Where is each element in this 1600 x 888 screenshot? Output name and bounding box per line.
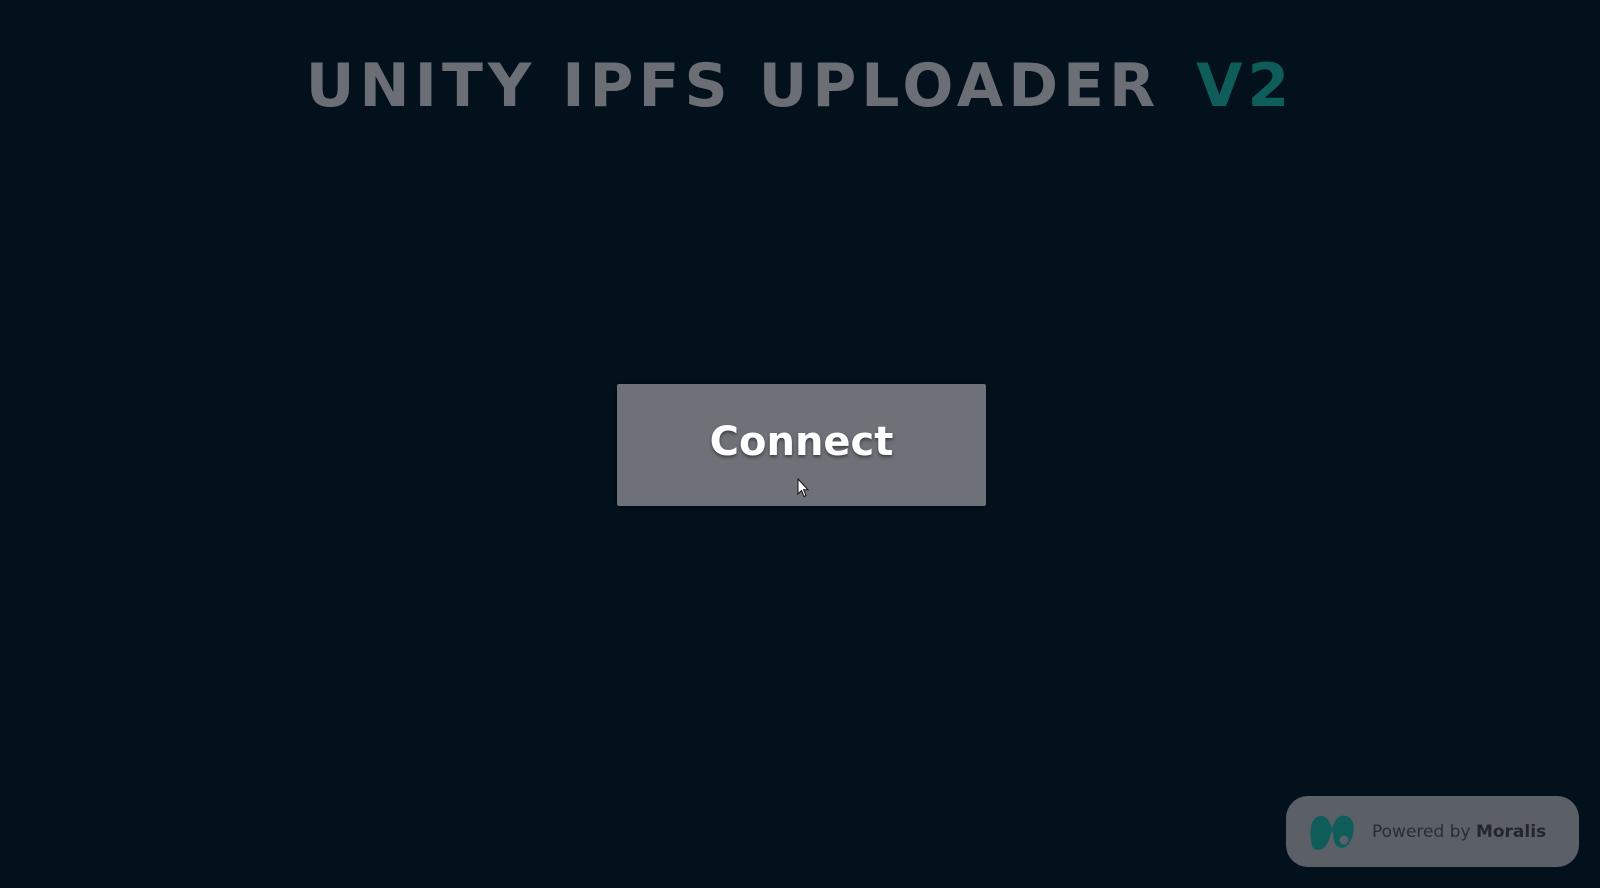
brand-label: Moralis	[1475, 821, 1547, 842]
moralis-logo-icon	[1310, 815, 1354, 850]
connect-button-label: Connect	[709, 419, 894, 465]
app-window: UNITY IPFS UPLOADER V2 Connect Powered b…	[0, 0, 1600, 888]
version-label: V2	[1196, 51, 1295, 121]
powered-by-label: Powered by	[1372, 821, 1471, 842]
mouse-cursor-icon	[797, 478, 809, 498]
powered-by-moralis-badge[interactable]: Powered by Moralis	[1286, 796, 1579, 867]
page-title: UNITY IPFS UPLOADER V2	[0, 46, 1600, 126]
badge-text: Powered by Moralis	[1372, 822, 1546, 842]
title-text: UNITY IPFS UPLOADER	[305, 51, 1161, 121]
